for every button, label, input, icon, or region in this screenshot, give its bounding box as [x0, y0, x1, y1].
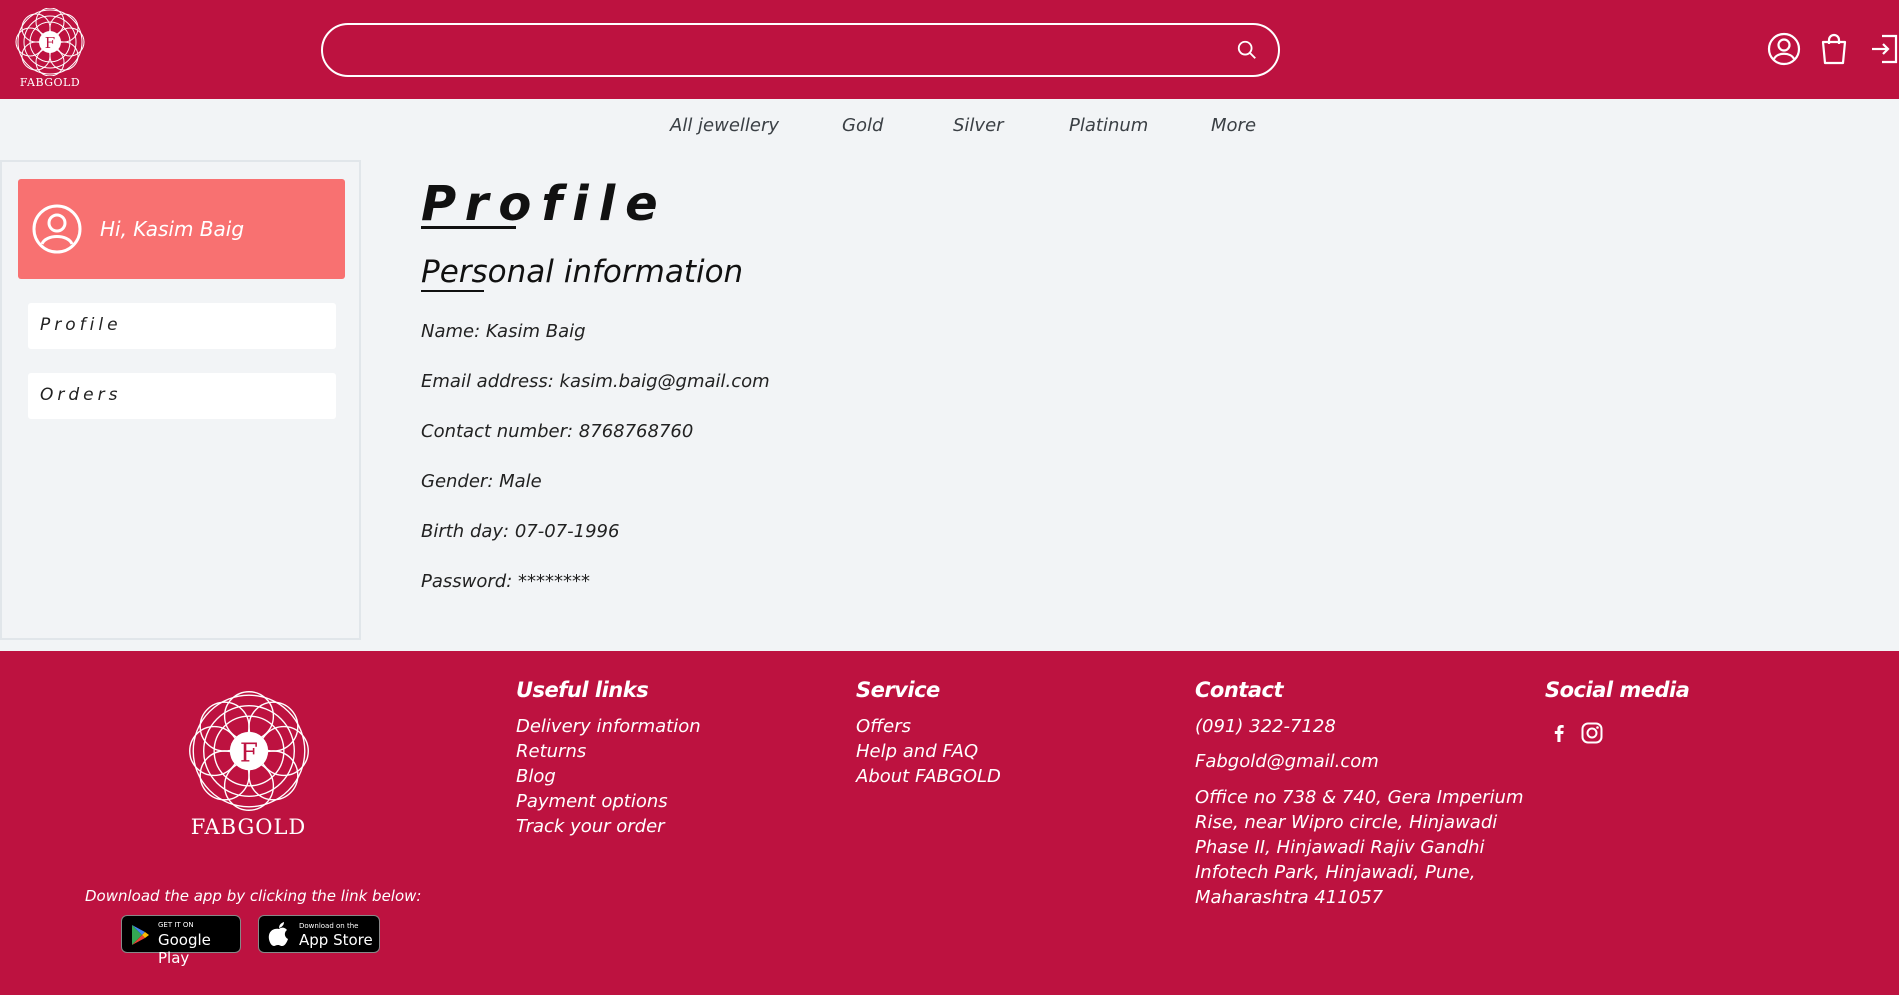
nav-gold[interactable]: Gold [842, 115, 883, 136]
contact-address: Office no 738 & 740, Gera Imperium Rise,… [1195, 787, 1524, 908]
search-input[interactable] [343, 37, 1223, 63]
search-bar[interactable] [321, 23, 1280, 77]
info-email: Email address: kasim.baig@gmail.com [421, 371, 770, 392]
link-help-faq[interactable]: Help and FAQ [856, 741, 978, 762]
sidebar-item-orders[interactable]: Orders [28, 373, 336, 419]
link-returns[interactable]: Returns [516, 741, 586, 762]
google-play-small-text: GET IT ON [158, 921, 194, 929]
logo-letter: F [45, 34, 55, 52]
shopping-bag-icon[interactable] [1817, 32, 1851, 66]
link-about[interactable]: About FABGOLD [856, 766, 1001, 787]
instagram-icon[interactable] [1580, 721, 1604, 745]
link-offers[interactable]: Offers [856, 716, 911, 737]
nav-more[interactable]: More [1211, 115, 1256, 136]
link-track-order[interactable]: Track your order [516, 816, 665, 837]
mandala-logo-icon: F [188, 691, 309, 811]
apple-icon [268, 922, 288, 946]
user-greeting-card: Hi, Kasim Baig [18, 179, 345, 279]
footer-logo[interactable]: F FABGOLD [186, 691, 311, 839]
brand-logo[interactable]: F FABGOLD [14, 8, 86, 94]
nav-silver[interactable]: Silver [953, 115, 1004, 136]
download-app-text: Download the app by clicking the link be… [85, 887, 422, 905]
info-contact: Contact number: 8768768760 [421, 421, 694, 442]
info-gender: Gender: Male [421, 471, 542, 492]
info-name: Name: Kasim Baig [421, 321, 586, 342]
google-play-big-text: Google Play [158, 931, 211, 967]
google-play-button[interactable]: GET IT ON Google Play [121, 915, 241, 967]
logout-icon[interactable] [1868, 32, 1899, 66]
category-nav: All jewellery Gold Silver Platinum More [0, 99, 1899, 149]
footer: F FABGOLD Download the app by clicking t… [0, 651, 1899, 995]
nav-all-jewellery[interactable]: All jewellery [670, 115, 779, 136]
header: F FABGOLD [0, 0, 1899, 99]
account-sidebar: Hi, Kasim Baig Profile Orders [0, 160, 361, 640]
logo-text: FABGOLD [19, 76, 81, 89]
app-store-big-text: App Store [299, 931, 373, 949]
footer-logo-text: FABGOLD [190, 815, 307, 839]
link-delivery-information[interactable]: Delivery information [516, 716, 701, 737]
useful-links-heading: Useful links [516, 678, 649, 702]
contact-phone[interactable]: (091) 322-7128 [1195, 716, 1336, 737]
user-account-icon[interactable] [1767, 32, 1801, 66]
service-heading: Service [856, 678, 940, 702]
google-play-icon [132, 925, 149, 945]
sidebar-item-profile[interactable]: Profile [28, 303, 336, 349]
search-icon[interactable] [1236, 39, 1258, 61]
page-title: Profile [421, 176, 668, 232]
section-title: Personal information [421, 254, 744, 292]
info-password: Password: ******** [421, 571, 590, 592]
app-store-button[interactable]: Download on the App Store [258, 915, 380, 953]
app-store-small-text: Download on the [299, 922, 359, 930]
link-blog[interactable]: Blog [516, 766, 556, 787]
facebook-icon[interactable] [1547, 721, 1571, 745]
social-media-heading: Social media [1545, 678, 1690, 702]
mandala-logo-icon: F [15, 8, 85, 76]
link-payment-options[interactable]: Payment options [516, 791, 668, 812]
user-avatar-icon [32, 204, 82, 254]
logo-letter: F [239, 738, 257, 768]
info-birthday: Birth day: 07-07-1996 [421, 521, 620, 542]
contact-heading: Contact [1195, 678, 1284, 702]
nav-platinum[interactable]: Platinum [1069, 115, 1148, 136]
greeting-text: Hi, Kasim Baig [100, 217, 245, 241]
contact-email[interactable]: Fabgold@gmail.com [1195, 751, 1379, 772]
